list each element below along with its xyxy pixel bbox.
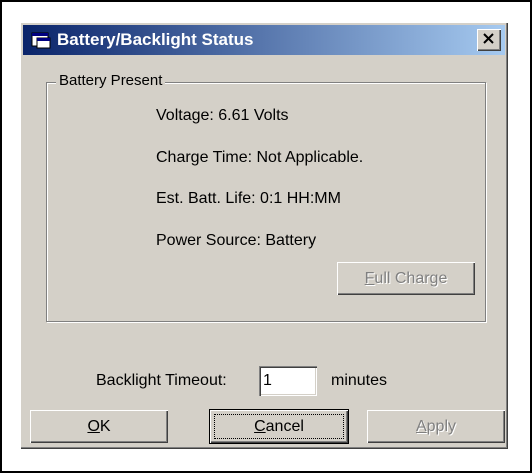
cancel-label: ancel [265,417,304,435]
batt-life-text: Est. Batt. Life: 0:1 HH:MM [156,190,341,207]
dialog-title: Battery/Backlight Status [57,30,254,49]
power-source-text: Power Source: Battery [156,232,317,249]
backlight-timeout-input[interactable] [259,366,317,396]
window-app-icon [31,30,53,50]
group-label: Battery Present [56,72,166,89]
apply-button[interactable]: Apply [367,410,505,443]
ok-button[interactable]: OK [30,410,168,443]
apply-label: pply [426,417,457,435]
ok-label: K [99,417,111,435]
cancel-mnemonic: C [254,417,266,435]
close-button[interactable] [477,29,501,51]
charge-time-text: Charge Time: Not Applicable. [156,149,364,166]
full-charge-mnemonic: F [364,269,375,287]
battery-backlight-dialog: Battery/Backlight Status Battery Present… [20,22,508,449]
backlight-timeout-label: Backlight Timeout: [96,372,227,389]
cancel-button[interactable]: Cancel [210,410,348,443]
close-icon [483,31,495,49]
apply-mnemonic: A [415,417,427,435]
voltage-text: Voltage: 6.61 Volts [156,107,289,124]
minutes-label: minutes [331,372,388,389]
title-bar[interactable]: Battery/Backlight Status [23,25,505,55]
ok-mnemonic: O [87,417,100,435]
full-charge-button[interactable]: Full Charge [337,262,475,295]
full-charge-label: ull Charge [374,269,448,287]
